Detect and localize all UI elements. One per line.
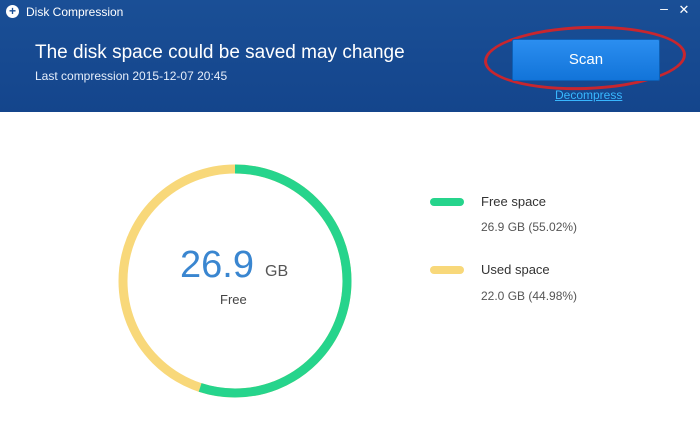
legend-used-label: Used space — [481, 262, 550, 277]
used-space-swatch — [430, 266, 464, 274]
free-space-swatch — [430, 198, 464, 206]
decompress-link[interactable]: Decompress — [555, 88, 622, 102]
title-bar: + Disk Compression – ✕ — [0, 0, 700, 24]
scan-button[interactable]: Scan — [512, 39, 660, 81]
last-compression-text: Last compression 2015-12-07 20:45 — [35, 69, 228, 83]
headline: The disk space could be saved may change — [35, 42, 405, 63]
minimize-icon[interactable]: – — [656, 0, 672, 18]
free-space-unit: GB — [265, 263, 289, 280]
free-space-caption: Free — [220, 292, 247, 307]
legend-free-label: Free space — [481, 194, 547, 209]
app-plus-icon: + — [6, 5, 19, 18]
legend-used-detail: 22.0 GB (44.98%) — [481, 289, 578, 303]
window-title: Disk Compression — [26, 5, 124, 19]
free-space-value: 26.9 — [180, 244, 254, 286]
close-icon[interactable]: ✕ — [676, 2, 692, 20]
legend-free-detail: 26.9 GB (55.02%) — [481, 220, 578, 234]
